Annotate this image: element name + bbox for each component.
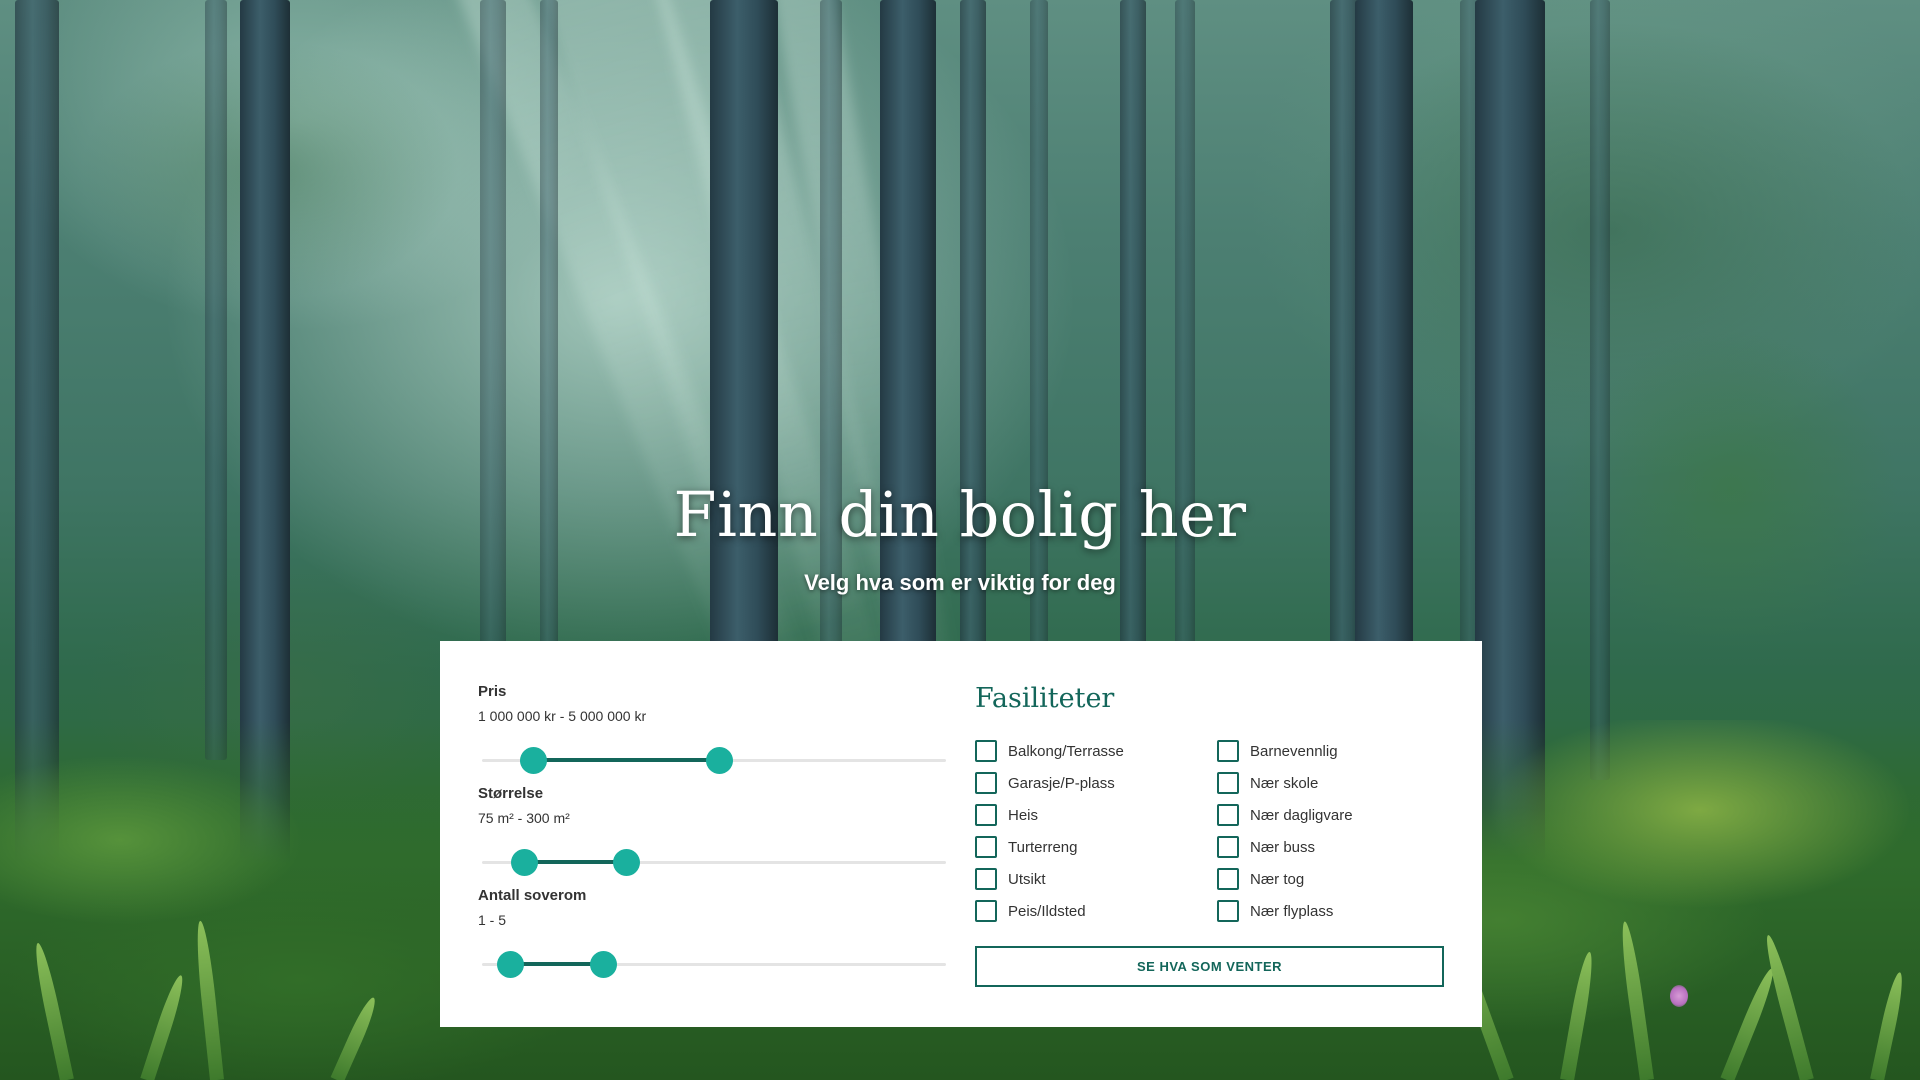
amenities-right-column: Barnevennlig Nær skole Nær dagligvare Næ… [1217,735,1457,927]
amenity-checkbox-item[interactable]: Garasje/P-plass [975,767,1215,799]
checkbox-label: Nær skole [1250,774,1319,792]
checkbox-label: Nær buss [1250,838,1316,856]
amenity-checkbox-item[interactable]: Peis/Ildsted [975,895,1215,927]
amenity-checkbox-item[interactable]: Turterreng [975,831,1215,863]
amenity-checkbox-item[interactable]: Nær skole [1217,767,1457,799]
checkbox[interactable] [975,804,997,826]
slider-handle-min[interactable] [496,951,524,978]
checkbox[interactable] [975,836,997,858]
amenities-heading: Fasiliteter [975,683,1115,714]
checkbox[interactable] [1217,772,1239,794]
size-range-slider[interactable] [482,849,946,876]
checkbox[interactable] [975,868,997,890]
search-submit-button[interactable]: SE HVA SOM VENTER [975,946,1444,987]
price-range-slider[interactable] [482,747,946,774]
slider-handle-min[interactable] [520,747,548,774]
bedrooms-range-slider[interactable] [482,951,946,978]
checkbox-label: Balkong/Terrasse [1008,742,1124,760]
range-filters: Pris 1 000 000 kr - 5 000 000 kr Størrel… [478,683,948,989]
checkbox[interactable] [975,740,997,762]
checkbox[interactable] [1217,900,1239,922]
amenities-section: Fasiliteter Balkong/Terrasse Garasje/P-p… [975,683,1445,922]
checkbox[interactable] [1217,836,1239,858]
checkbox-label: Nær dagligvare [1250,806,1353,824]
filter-bedrooms: Antall soverom 1 - 5 [478,887,948,989]
filter-value: 1 - 5 [478,912,507,928]
filter-price: Pris 1 000 000 kr - 5 000 000 kr [478,683,948,785]
amenity-checkbox-item[interactable]: Balkong/Terrasse [975,735,1215,767]
slider-range [533,758,719,762]
amenity-checkbox-item[interactable]: Heis [975,799,1215,831]
amenity-checkbox-item[interactable]: Nær buss [1217,831,1457,863]
search-card: Pris 1 000 000 kr - 5 000 000 kr Størrel… [440,641,1482,1027]
amenity-checkbox-item[interactable]: Barnevennlig [1217,735,1457,767]
filter-value: 1 000 000 kr - 5 000 000 kr [478,708,647,724]
checkbox[interactable] [1217,804,1239,826]
checkbox[interactable] [1217,740,1239,762]
slider-handle-max[interactable] [705,747,733,774]
amenity-checkbox-item[interactable]: Nær tog [1217,863,1457,895]
amenity-checkbox-item[interactable]: Utsikt [975,863,1215,895]
page-subtitle: Velg hva som er viktig for deg [804,570,1116,595]
checkbox-label: Nær tog [1250,870,1305,888]
filter-size: Størrelse 75 m² - 300 m² [478,785,948,887]
slider-handle-min[interactable] [510,849,538,876]
filter-label: Antall soverom [478,887,587,904]
checkbox-label: Peis/Ildsted [1008,902,1086,920]
amenity-checkbox-item[interactable]: Nær dagligvare [1217,799,1457,831]
slider-range [523,860,626,864]
checkbox-label: Utsikt [1008,870,1046,888]
checkbox-label: Barnevennlig [1250,742,1338,760]
filter-value: 75 m² - 300 m² [478,810,570,826]
amenity-checkbox-item[interactable]: Nær flyplass [1217,895,1457,927]
checkbox[interactable] [975,900,997,922]
checkbox[interactable] [975,772,997,794]
page-title: Finn din bolig her [673,478,1247,551]
filter-label: Størrelse [478,785,544,802]
checkbox-label: Nær flyplass [1250,902,1334,920]
checkbox-label: Heis [1008,806,1039,824]
slider-handle-max[interactable] [589,951,617,978]
slider-handle-max[interactable] [612,849,640,876]
checkbox-label: Turterreng [1008,838,1078,856]
filter-label: Pris [478,683,507,700]
checkbox-label: Garasje/P-plass [1008,774,1115,792]
checkbox[interactable] [1217,868,1239,890]
amenities-left-column: Balkong/Terrasse Garasje/P-plass Heis Tu… [975,735,1215,927]
